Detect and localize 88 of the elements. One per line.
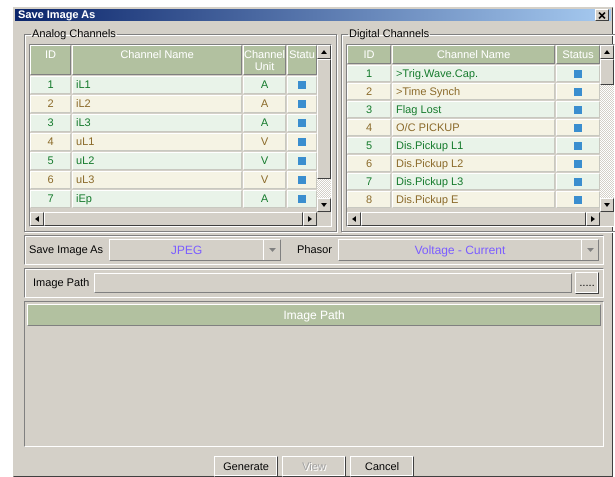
dropdown-arrow-icon <box>586 248 594 252</box>
status-icon <box>574 178 582 186</box>
window-title: Save Image As <box>18 9 96 21</box>
status-icon <box>298 138 306 146</box>
table-cell: 4 <box>30 133 71 151</box>
table-cell: uL2 <box>72 152 242 170</box>
table-cell: iL3 <box>72 114 242 132</box>
column-header[interactable]: ID <box>347 45 391 64</box>
table-cell: iL2 <box>72 95 242 113</box>
status-icon <box>298 157 306 165</box>
table-cell: 6 <box>347 155 391 172</box>
table-cell: 1 <box>30 76 71 94</box>
status-icon <box>298 81 306 89</box>
table-cell: 5 <box>30 152 71 170</box>
table-cell: Flag Lost <box>392 101 555 118</box>
field-label: Phasor <box>297 244 332 256</box>
table-cell: O/C PICKUP <box>392 119 555 136</box>
status-icon <box>298 100 306 108</box>
close-icon <box>598 12 606 18</box>
scroll-left-button[interactable] <box>347 212 361 226</box>
table-cell: >Time Synch <box>392 83 555 100</box>
table-cell: 7 <box>347 173 391 190</box>
scroll-left-button[interactable] <box>30 212 44 226</box>
scrollbar-thumb[interactable] <box>44 212 303 226</box>
status-icon <box>574 124 582 132</box>
scroll-up-button[interactable] <box>317 45 331 59</box>
scrollbar-thumb[interactable] <box>600 59 614 85</box>
column-header[interactable]: Channel Name <box>392 45 555 64</box>
scrollbar-thumb[interactable] <box>361 212 586 226</box>
table-cell: A <box>243 114 286 132</box>
status-icon <box>298 119 306 127</box>
table-cell: Dis.Pickup L3 <box>392 173 555 190</box>
table-cell: 1 <box>347 65 391 82</box>
status-icon <box>574 70 582 78</box>
table-cell: >Trig.Wave.Cap. <box>392 65 555 82</box>
group-title: Digital Channels <box>348 28 430 40</box>
table-cell: 4 <box>347 119 391 136</box>
status-icon <box>298 195 306 203</box>
status-icon <box>298 176 306 184</box>
table-cell: A <box>243 190 286 208</box>
table-cell: V <box>243 171 286 189</box>
status-icon <box>574 196 582 204</box>
table-cell: 2 <box>347 83 391 100</box>
column-header[interactable]: Channel Name <box>72 45 242 75</box>
dialog-button[interactable]: Generate <box>214 456 278 477</box>
column-header[interactable]: Statu <box>287 45 317 75</box>
scrollbar-thumb[interactable] <box>317 59 331 179</box>
column-header[interactable]: Status <box>556 45 600 64</box>
table-cell: A <box>243 76 286 94</box>
path-field[interactable] <box>94 273 572 293</box>
table-cell: Dis.Pickup L2 <box>392 155 555 172</box>
table-cell: 5 <box>347 137 391 154</box>
field-label: Image Path <box>33 277 90 289</box>
table-cell: 7 <box>30 190 71 208</box>
table-cell: iL1 <box>72 76 242 94</box>
group-title: Analog Channels <box>31 28 117 40</box>
scroll-down-button[interactable] <box>317 198 331 212</box>
close-button[interactable] <box>595 9 609 21</box>
scroll-up-button[interactable] <box>600 45 614 59</box>
table-cell: 3 <box>30 114 71 132</box>
browse-button[interactable]: ..... <box>575 272 599 294</box>
scroll-right-button[interactable] <box>586 212 600 226</box>
scroll-down-button[interactable] <box>600 198 614 212</box>
table-cell: 8 <box>347 191 391 208</box>
table-cell: 6 <box>30 171 71 189</box>
table-cell: V <box>243 133 286 151</box>
status-icon <box>574 160 582 168</box>
phasor-dropdown[interactable]: Voltage - Current <box>338 239 599 261</box>
column-header[interactable]: Image Path <box>27 304 601 326</box>
table-cell: Dis.Pickup E <box>392 191 555 208</box>
table-cell: V <box>243 152 286 170</box>
column-header[interactable]: Channel Unit <box>243 45 286 75</box>
table-cell: uL1 <box>72 133 242 151</box>
table-cell: 3 <box>347 101 391 118</box>
dialog-button[interactable]: Cancel <box>350 456 414 477</box>
status-icon <box>574 142 582 150</box>
field-label: Save Image As <box>29 244 103 256</box>
table-cell: uL3 <box>72 171 242 189</box>
dropdown-arrow-icon <box>268 248 276 252</box>
scroll-right-button[interactable] <box>303 212 317 226</box>
column-header[interactable]: ID <box>30 45 71 75</box>
table-cell: Dis.Pickup L1 <box>392 137 555 154</box>
table-cell: iEp <box>72 190 242 208</box>
status-icon <box>574 88 582 96</box>
status-icon <box>574 106 582 114</box>
format-dropdown[interactable]: JPEG <box>109 239 281 261</box>
table-cell: A <box>243 95 286 113</box>
table-cell: 2 <box>30 95 71 113</box>
